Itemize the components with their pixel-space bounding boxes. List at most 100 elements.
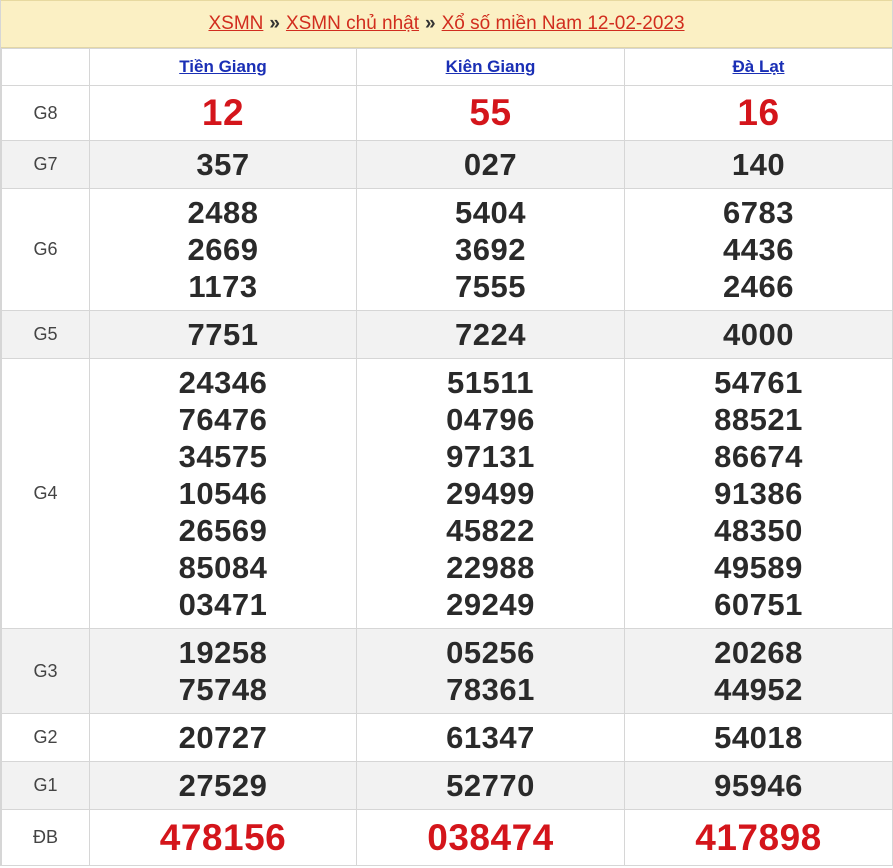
prize-row: G2 20727 61347 54018	[1, 713, 893, 762]
prize-cell: 4000	[624, 310, 893, 359]
prize-label: G6	[1, 188, 90, 311]
prize-number: 4000	[723, 317, 794, 352]
prize-number: 19258	[178, 635, 268, 670]
prize-row: G8 12 55 16	[1, 85, 893, 141]
prize-number: 44952	[714, 672, 803, 707]
prize-number: 51511	[447, 365, 534, 400]
prize-cell: 54018	[624, 713, 893, 762]
prize-cell: 140	[624, 140, 893, 189]
prize-row: G1 27529 52770 95946	[1, 761, 893, 810]
province-link-kien-giang[interactable]: Kiên Giang	[446, 57, 536, 76]
prize-number: 12	[201, 92, 245, 133]
prize-cell: 5404 3692 7555	[356, 188, 625, 311]
prize-label: G5	[1, 310, 90, 359]
breadcrumb-separator: »	[269, 13, 280, 34]
prize-cell: 20268 44952	[624, 628, 893, 714]
province-link-da-lat[interactable]: Đà Lạt	[733, 57, 785, 76]
prize-label: G7	[1, 140, 90, 189]
prize-cell: 51511 04796 97131 29499 45822 22988 29249	[356, 358, 625, 629]
prize-cell: 16	[624, 85, 893, 141]
prize-number: 04796	[446, 402, 535, 437]
prize-number: 2466	[723, 269, 794, 304]
prize-number: 3692	[455, 232, 526, 267]
prize-number: 34575	[178, 439, 268, 474]
prize-label: G4	[1, 358, 90, 629]
prize-number: 55	[469, 92, 512, 133]
prize-cell: 54761 88521 86674 91386 48350 49589 60751	[624, 358, 893, 629]
prize-number: 6783	[723, 195, 794, 230]
prize-number: 52770	[446, 768, 535, 803]
prize-number: 26569	[178, 513, 268, 548]
prize-number: 10546	[178, 476, 268, 511]
prize-cell: 12	[89, 85, 357, 141]
prize-number: 16	[737, 92, 780, 133]
prize-number: 29249	[446, 587, 535, 622]
prize-number: 20268	[714, 635, 803, 670]
breadcrumb-link-xsmn-sunday[interactable]: XSMN chủ nhật	[286, 13, 419, 35]
breadcrumb: XSMN » XSMN chủ nhật » Xổ số miền Nam 12…	[1, 0, 892, 48]
breadcrumb-link-date[interactable]: Xổ số miền Nam 12-02-2023	[442, 13, 685, 35]
prize-cell: 52770	[356, 761, 625, 810]
breadcrumb-separator: »	[425, 13, 436, 34]
prize-number: 45822	[446, 513, 535, 548]
prize-label: G3	[1, 628, 90, 714]
prize-row: G3 19258 75748 05256 78361 20268 44952	[1, 628, 893, 714]
prize-number: 4436	[723, 232, 794, 267]
province-header-cell: Đà Lạt	[624, 48, 893, 86]
prize-number: 54018	[714, 720, 803, 755]
prize-label: G8	[1, 85, 90, 141]
province-link-tien-giang[interactable]: Tiền Giang	[179, 57, 267, 76]
prize-row: G6 2488 2669 1173 5404 3692 7555 6783 4436 2466	[1, 188, 893, 311]
prize-number: 027	[463, 147, 518, 182]
prize-number: 76476	[178, 402, 268, 437]
prize-number: 2488	[187, 195, 259, 230]
prize-number: 54761	[714, 365, 803, 400]
prize-number: 49589	[714, 550, 803, 585]
prize-number: 140	[731, 147, 786, 182]
prize-number: 05256	[446, 635, 535, 670]
prize-cell: 7224	[356, 310, 625, 359]
prize-cell: 417898	[624, 809, 893, 866]
header-empty-cell	[1, 48, 90, 86]
prize-number: 85084	[178, 550, 268, 585]
prize-cell: 357	[89, 140, 357, 189]
prize-label: G2	[1, 713, 90, 762]
prize-cell: 20727	[89, 713, 357, 762]
prize-number: 88521	[714, 402, 803, 437]
prize-row: G7 357 027 140	[1, 140, 893, 189]
prize-number: 95946	[714, 768, 803, 803]
prize-cell: 027	[356, 140, 625, 189]
prize-number: 61347	[446, 720, 535, 755]
prize-cell: 27529	[89, 761, 357, 810]
prize-number: 24346	[178, 365, 268, 400]
prize-cell: 61347	[356, 713, 625, 762]
prize-cell: 7751	[89, 310, 357, 359]
prize-number: 78361	[446, 672, 535, 707]
prize-cell: 55	[356, 85, 625, 141]
results-table: Tiền Giang Kiên Giang Đà Lạt G8 12 55 16 G7 3…	[1, 48, 893, 866]
prize-number: 22988	[446, 550, 535, 585]
province-header-cell: Tiền Giang	[89, 48, 357, 86]
prize-number: 97131	[446, 439, 535, 474]
prize-number: 7555	[455, 269, 526, 304]
prize-number: 60751	[714, 587, 803, 622]
prize-number: 357	[196, 147, 250, 182]
prize-label: G1	[1, 761, 90, 810]
prize-number: 1173	[188, 269, 258, 304]
prize-number: 417898	[695, 816, 822, 858]
prize-cell: 05256 78361	[356, 628, 625, 714]
breadcrumb-link-xsmn[interactable]: XSMN	[208, 13, 263, 35]
prize-number: 478156	[159, 816, 287, 858]
prize-row: ĐB 478156 038474 417898	[1, 809, 893, 866]
prize-number: 48350	[714, 513, 803, 548]
prize-cell: 2488 2669 1173	[89, 188, 357, 311]
prize-row: G4 24346 76476 34575 10546 26569 85084 03471 515…	[1, 358, 893, 629]
lottery-results-panel: XSMN » XSMN chủ nhật » Xổ số miền Nam 12…	[0, 0, 893, 866]
prize-number: 5404	[455, 195, 526, 230]
prize-number: 7224	[455, 317, 526, 352]
prize-number: 03471	[178, 587, 268, 622]
province-header-row: Tiền Giang Kiên Giang Đà Lạt	[1, 48, 893, 86]
prize-label: ĐB	[1, 809, 90, 866]
prize-cell: 24346 76476 34575 10546 26569 85084 03471	[89, 358, 357, 629]
prize-cell: 6783 4436 2466	[624, 188, 893, 311]
